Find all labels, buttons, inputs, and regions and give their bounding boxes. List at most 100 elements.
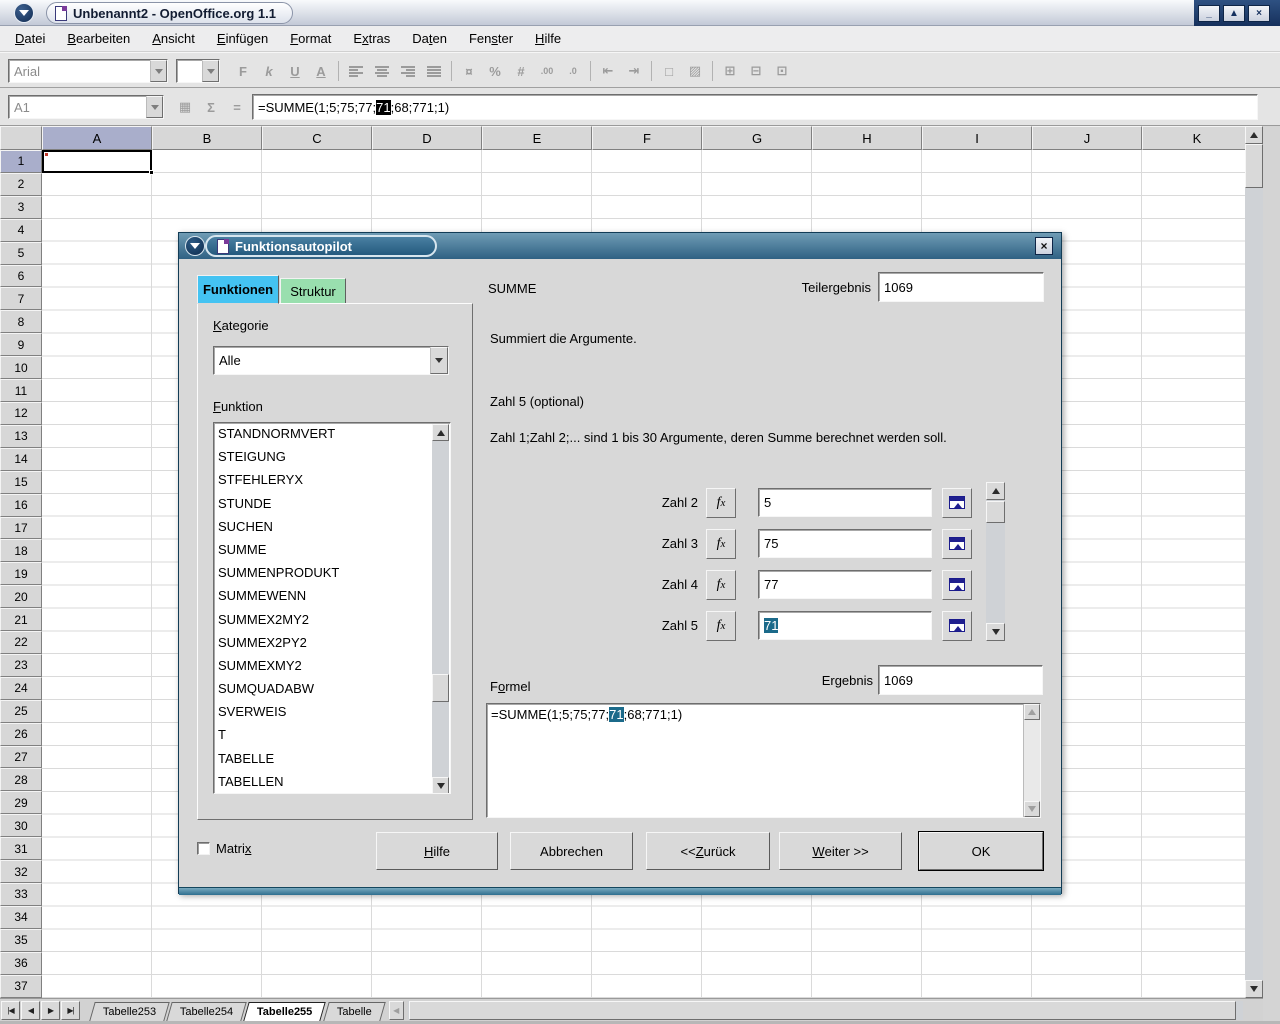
- increase-indent-icon[interactable]: ⇥: [621, 59, 647, 83]
- dialog-titlebar[interactable]: Funktionsautopilot ×: [179, 233, 1061, 259]
- column-header-D[interactable]: D: [372, 126, 482, 150]
- scroll-up-button[interactable]: [1245, 126, 1263, 144]
- shrink-button[interactable]: [942, 529, 972, 559]
- format-standard-icon[interactable]: #: [508, 59, 534, 83]
- borders-icon[interactable]: □: [656, 59, 682, 83]
- row-header-5[interactable]: 5: [0, 242, 42, 265]
- argument-input-zahl3[interactable]: 75: [758, 529, 932, 558]
- column-header-I[interactable]: I: [922, 126, 1032, 150]
- scroll-down-button[interactable]: [432, 777, 449, 794]
- function-item-summe[interactable]: SUMME: [214, 539, 450, 562]
- row-header-29[interactable]: 29: [0, 791, 42, 814]
- column-header-F[interactable]: F: [592, 126, 702, 150]
- row-header-31[interactable]: 31: [0, 837, 42, 860]
- ok-button[interactable]: OK: [919, 832, 1043, 870]
- menu-item-extras[interactable]: Extras: [342, 28, 401, 49]
- category-combo[interactable]: Alle: [213, 346, 449, 375]
- function-item-summenprodukt[interactable]: SUMMENPRODUKT: [214, 562, 450, 585]
- font-size-combo[interactable]: [176, 59, 220, 83]
- sheet-tab-tabelle254[interactable]: Tabelle254: [166, 1002, 247, 1021]
- argument-input-zahl4[interactable]: 77: [758, 570, 932, 599]
- menu-item-einfgen[interactable]: Einfügen: [206, 28, 279, 49]
- menu-item-fenster[interactable]: Fenster: [458, 28, 524, 49]
- fx-button[interactable]: fx: [706, 488, 736, 518]
- function-item-summex2py2[interactable]: SUMMEX2PY2: [214, 632, 450, 655]
- scroll-up-button[interactable]: [1024, 704, 1040, 720]
- function-item-summexmy2[interactable]: SUMMEXMY2: [214, 655, 450, 678]
- equals-icon[interactable]: =: [224, 95, 250, 119]
- background-color-icon[interactable]: ▨: [682, 59, 708, 83]
- scroll-down-button[interactable]: [1245, 980, 1263, 998]
- row-header-13[interactable]: 13: [0, 425, 42, 448]
- decrease-indent-icon[interactable]: ⇤: [595, 59, 621, 83]
- row-header-16[interactable]: 16: [0, 494, 42, 517]
- shrink-button[interactable]: [942, 611, 972, 641]
- function-list-scrollbar[interactable]: [432, 424, 449, 794]
- row-header-35[interactable]: 35: [0, 929, 42, 952]
- function-item-summex2my2[interactable]: SUMMEX2MY2: [214, 609, 450, 632]
- maximize-button[interactable]: ▲: [1223, 5, 1245, 22]
- row-header-15[interactable]: 15: [0, 471, 42, 494]
- align-bottom-icon[interactable]: ⊡: [769, 59, 795, 83]
- row-header-6[interactable]: 6: [0, 265, 42, 288]
- function-item-summewenn[interactable]: SUMMEWENN: [214, 585, 450, 608]
- vertical-scrollbar[interactable]: [1245, 126, 1263, 998]
- format-add-decimal-icon[interactable]: .00: [534, 59, 560, 83]
- dialog-close-button[interactable]: ×: [1035, 237, 1053, 255]
- row-header-34[interactable]: 34: [0, 906, 42, 929]
- argument-input-zahl5[interactable]: 71: [758, 611, 932, 640]
- function-autopilot-icon[interactable]: ▦: [172, 95, 198, 119]
- row-header-18[interactable]: 18: [0, 539, 42, 562]
- active-cell-A1[interactable]: [42, 150, 152, 173]
- row-header-17[interactable]: 17: [0, 517, 42, 540]
- fx-button[interactable]: fx: [706, 529, 736, 559]
- function-list[interactable]: STANDNORMVERTSTEIGUNGSTFEHLERYXSTUNDESUC…: [213, 422, 451, 794]
- align-left-icon[interactable]: [343, 59, 369, 83]
- sum-icon[interactable]: Σ: [198, 95, 224, 119]
- tab-struktur[interactable]: Struktur: [280, 278, 346, 304]
- format-currency-icon[interactable]: ¤: [456, 59, 482, 83]
- argument-scrollbar[interactable]: [986, 482, 1005, 641]
- column-header-J[interactable]: J: [1032, 126, 1142, 150]
- select-all-corner[interactable]: [0, 126, 42, 150]
- horizontal-scrollbar[interactable]: [408, 1001, 1243, 1020]
- row-header-10[interactable]: 10: [0, 356, 42, 379]
- align-center-icon[interactable]: [369, 59, 395, 83]
- function-item-suchen[interactable]: SUCHEN: [214, 516, 450, 539]
- minimize-button[interactable]: _: [1198, 5, 1220, 22]
- abbrechen-button[interactable]: Abbrechen: [510, 832, 633, 870]
- menu-item-daten[interactable]: Daten: [401, 28, 458, 49]
- row-header-2[interactable]: 2: [0, 173, 42, 196]
- menu-item-hilfe[interactable]: Hilfe: [524, 28, 572, 49]
- row-header-7[interactable]: 7: [0, 287, 42, 310]
- zurck-button[interactable]: << Zurück: [646, 832, 770, 870]
- shrink-button[interactable]: [942, 570, 972, 600]
- argument-input-zahl2[interactable]: 5: [758, 488, 932, 517]
- close-button[interactable]: ×: [1248, 5, 1270, 22]
- name-box-dropdown-button[interactable]: [146, 96, 163, 118]
- dialog-menu-button[interactable]: [185, 236, 205, 256]
- function-item-tabelle[interactable]: TABELLE: [214, 748, 450, 771]
- row-header-24[interactable]: 24: [0, 677, 42, 700]
- underline-icon[interactable]: U: [282, 59, 308, 83]
- horizontal-scroll-thumb[interactable]: [409, 1001, 1236, 1020]
- row-header-1[interactable]: 1: [0, 150, 42, 173]
- shrink-button[interactable]: [942, 488, 972, 518]
- function-item-stunde[interactable]: STUNDE: [214, 493, 450, 516]
- align-top-icon[interactable]: ⊞: [717, 59, 743, 83]
- row-header-3[interactable]: 3: [0, 196, 42, 219]
- column-header-C[interactable]: C: [262, 126, 372, 150]
- row-header-27[interactable]: 27: [0, 746, 42, 769]
- scroll-up-button[interactable]: [986, 482, 1005, 500]
- row-header-12[interactable]: 12: [0, 402, 42, 425]
- tab-scroll-left-button[interactable]: ◀: [389, 1001, 404, 1020]
- hilfe-button[interactable]: Hilfe: [376, 832, 498, 870]
- row-header-4[interactable]: 4: [0, 219, 42, 242]
- row-header-30[interactable]: 30: [0, 814, 42, 837]
- align-right-icon[interactable]: [395, 59, 421, 83]
- last-sheet-icon[interactable]: ▶|: [61, 1001, 80, 1020]
- function-item-sverweis[interactable]: SVERWEIS: [214, 701, 450, 724]
- tab-funktionen[interactable]: Funktionen: [197, 275, 279, 304]
- column-header-A[interactable]: A: [42, 126, 152, 150]
- previous-sheet-icon[interactable]: ◀: [21, 1001, 40, 1020]
